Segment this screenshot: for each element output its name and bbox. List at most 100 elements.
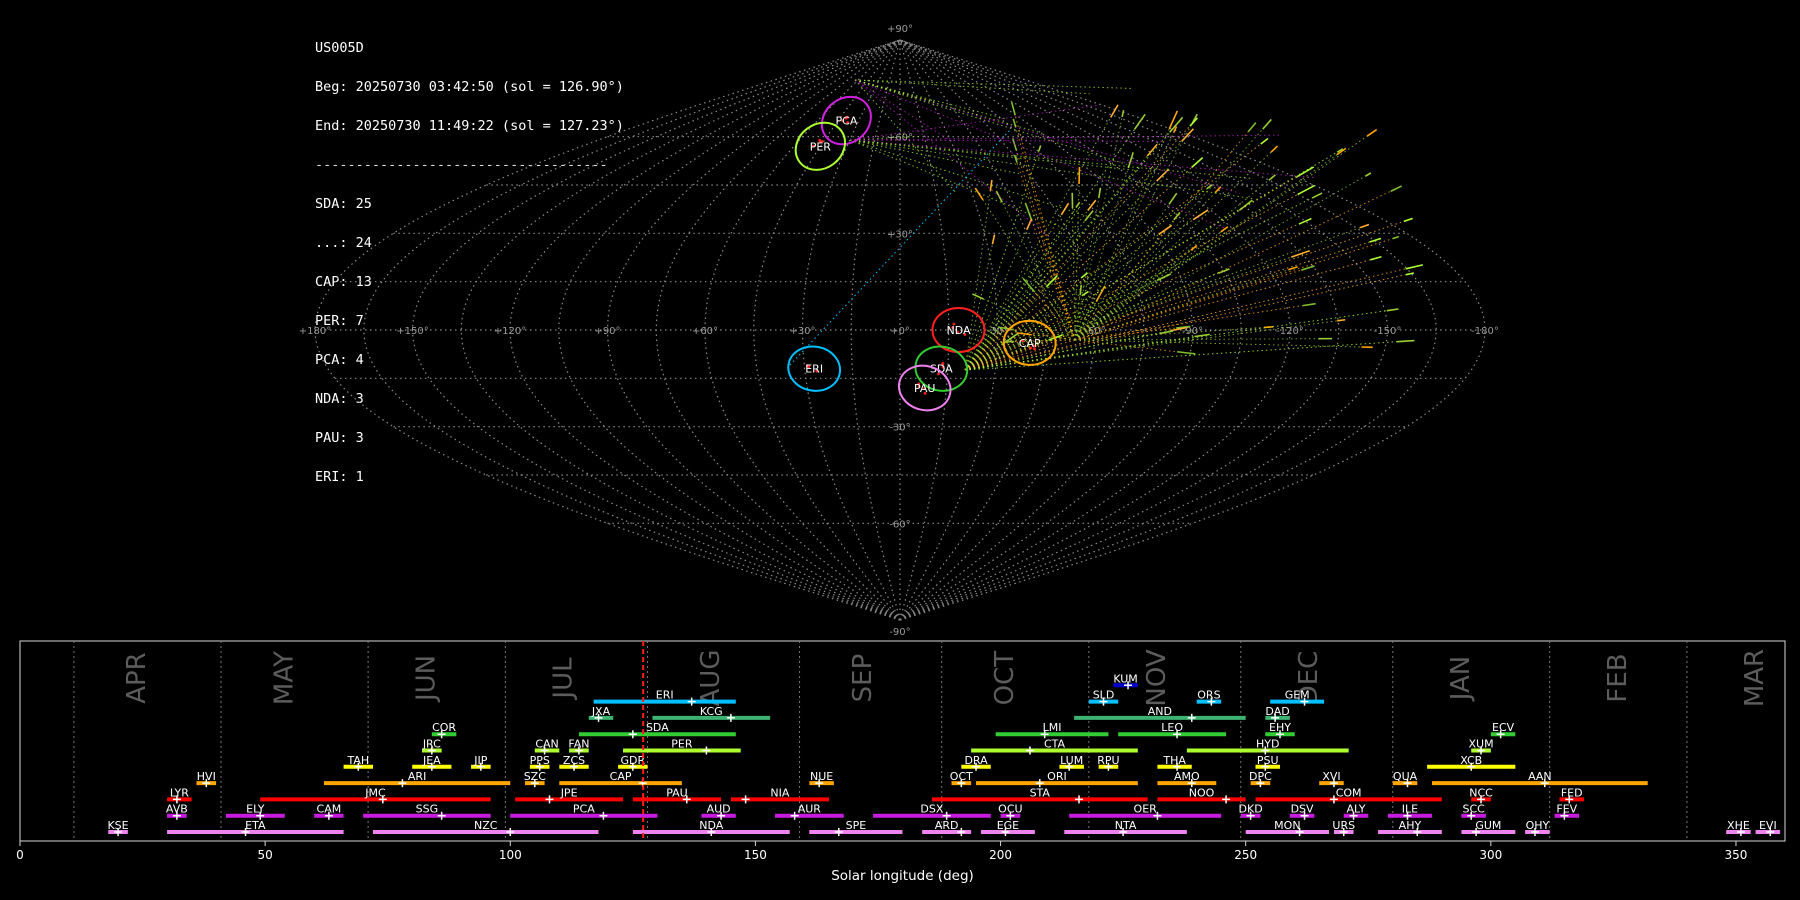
shower-label: XVI: [1322, 770, 1340, 783]
meteor-streak: [1392, 235, 1400, 240]
meteor-trail: [1034, 291, 1076, 341]
shower-label: ECV: [1492, 721, 1515, 734]
shower-label: QUA: [1393, 770, 1418, 783]
shower-label: SDA: [646, 721, 669, 734]
shower-label: ILE: [1402, 803, 1418, 816]
shower-label: ORI: [1047, 770, 1067, 783]
shower-label: FAN: [568, 738, 589, 751]
month-label: NOV: [1142, 649, 1172, 706]
shower-label: OHY: [1526, 819, 1550, 832]
shower-label: EHY: [1269, 721, 1291, 734]
meteor-streak: [1168, 192, 1178, 205]
meteor-trail: [854, 79, 938, 104]
x-tick-label: 200: [989, 848, 1012, 862]
month-label: FEB: [1603, 653, 1633, 702]
shower-label: SCC: [1463, 803, 1486, 816]
meteor-streak: [1288, 265, 1298, 271]
meteor-streak: [1087, 199, 1097, 211]
radiant-label: SDA: [930, 363, 953, 376]
shower-label: JRC: [422, 738, 441, 751]
meteor-trail: [849, 134, 1282, 141]
longitude-label: +0°: [890, 326, 910, 337]
shower-label: CTA: [1044, 738, 1066, 751]
shower-label: PSU: [1257, 754, 1279, 767]
shower-label: EGE: [997, 819, 1019, 832]
meteor-streak: [1298, 217, 1312, 225]
longitude-label: +90°: [594, 326, 620, 337]
meteor-streak: [1405, 264, 1424, 270]
meteor-streak: [1297, 184, 1315, 196]
meridian-line: [899, 39, 1145, 621]
meteor-trail: [854, 79, 1225, 229]
meteor-streak: [1079, 284, 1083, 296]
longitude-label: +30°: [789, 326, 815, 337]
meteor-trail: [1074, 128, 1264, 341]
shower-label: ARD: [935, 819, 959, 832]
meteor-trail: [1074, 128, 1170, 341]
month-label: MAY: [269, 651, 299, 705]
shower-label: OCU: [998, 803, 1022, 816]
shower-label: URS: [1332, 819, 1355, 832]
shower-label: DSX: [920, 803, 943, 816]
shower-label: AMO: [1174, 770, 1200, 783]
shower-label: GUM: [1475, 819, 1501, 832]
shower-label: MON: [1274, 819, 1300, 832]
meteor-trail: [1074, 338, 1319, 341]
meteor-streak: [1396, 339, 1415, 343]
month-label: AUG: [696, 650, 726, 707]
meteor-streak: [1218, 268, 1230, 274]
meteor-streak: [1260, 137, 1269, 145]
longitude-label: +150°: [396, 326, 428, 337]
meteor-trail: [964, 219, 1194, 371]
meteor-trail: [854, 79, 1133, 89]
shower-label: XCB: [1460, 754, 1482, 767]
meteor-trail: [849, 139, 1140, 172]
x-tick-label: 150: [744, 848, 767, 862]
meteor-streak: [1214, 186, 1222, 194]
shower-label: FEV: [1556, 803, 1577, 816]
x-tick-label: 300: [1479, 848, 1502, 862]
sky-map: +180°+150°+120°+90°+60°+30°+0°-30°-60°-9…: [299, 24, 1499, 638]
shower-label: ERI: [656, 689, 674, 702]
meteor-streak: [1302, 302, 1316, 307]
shower-label: HVI: [197, 770, 216, 783]
meteor-trail: [849, 139, 1063, 229]
x-tick-label: 250: [1234, 848, 1257, 862]
shower-label: LEO: [1161, 721, 1183, 734]
shower-label: NOO: [1189, 786, 1215, 799]
meteor-trail: [964, 333, 1160, 371]
shower-label: NIA: [770, 786, 789, 799]
shower-label: PER: [671, 738, 693, 751]
shower-label: STA: [1030, 786, 1051, 799]
shower-label: DRA: [964, 754, 988, 767]
meteor-streak: [1370, 256, 1382, 261]
meteor-streak: [1386, 308, 1399, 312]
shower-label: JEA: [422, 754, 441, 767]
meteor-streak: [1080, 272, 1089, 279]
meteor-streak: [1270, 145, 1278, 153]
shower-label: NTA: [1115, 819, 1137, 832]
meteor-streak: [991, 234, 996, 245]
meteor-streak: [1026, 218, 1033, 230]
shower-label: ZCS: [563, 754, 585, 767]
shower-label: AUR: [798, 803, 822, 816]
meteor-trail: [1074, 210, 1240, 341]
meteor-streak: [1010, 101, 1016, 116]
meteor-streak: [1337, 318, 1346, 322]
shower-label: THA: [1162, 754, 1186, 767]
meteor-trail: [854, 79, 1090, 95]
shower-label: NUE: [810, 770, 833, 783]
meteor-streak: [1268, 174, 1276, 181]
shower-label: ELY: [246, 803, 265, 816]
shower-label: AUD: [707, 803, 731, 816]
meteor-trail: [1074, 204, 1170, 341]
meteor-trail: [849, 139, 1314, 178]
meteor-trail: [1074, 151, 1272, 341]
shower-label: DPC: [1249, 770, 1272, 783]
shower-label: CAM: [317, 803, 342, 816]
meteor-streak: [1262, 118, 1272, 130]
shower-label: JIP: [473, 754, 487, 767]
shower-label: ETA: [245, 819, 266, 832]
meteor-streak: [1127, 152, 1134, 169]
meridian-line: [363, 39, 901, 621]
